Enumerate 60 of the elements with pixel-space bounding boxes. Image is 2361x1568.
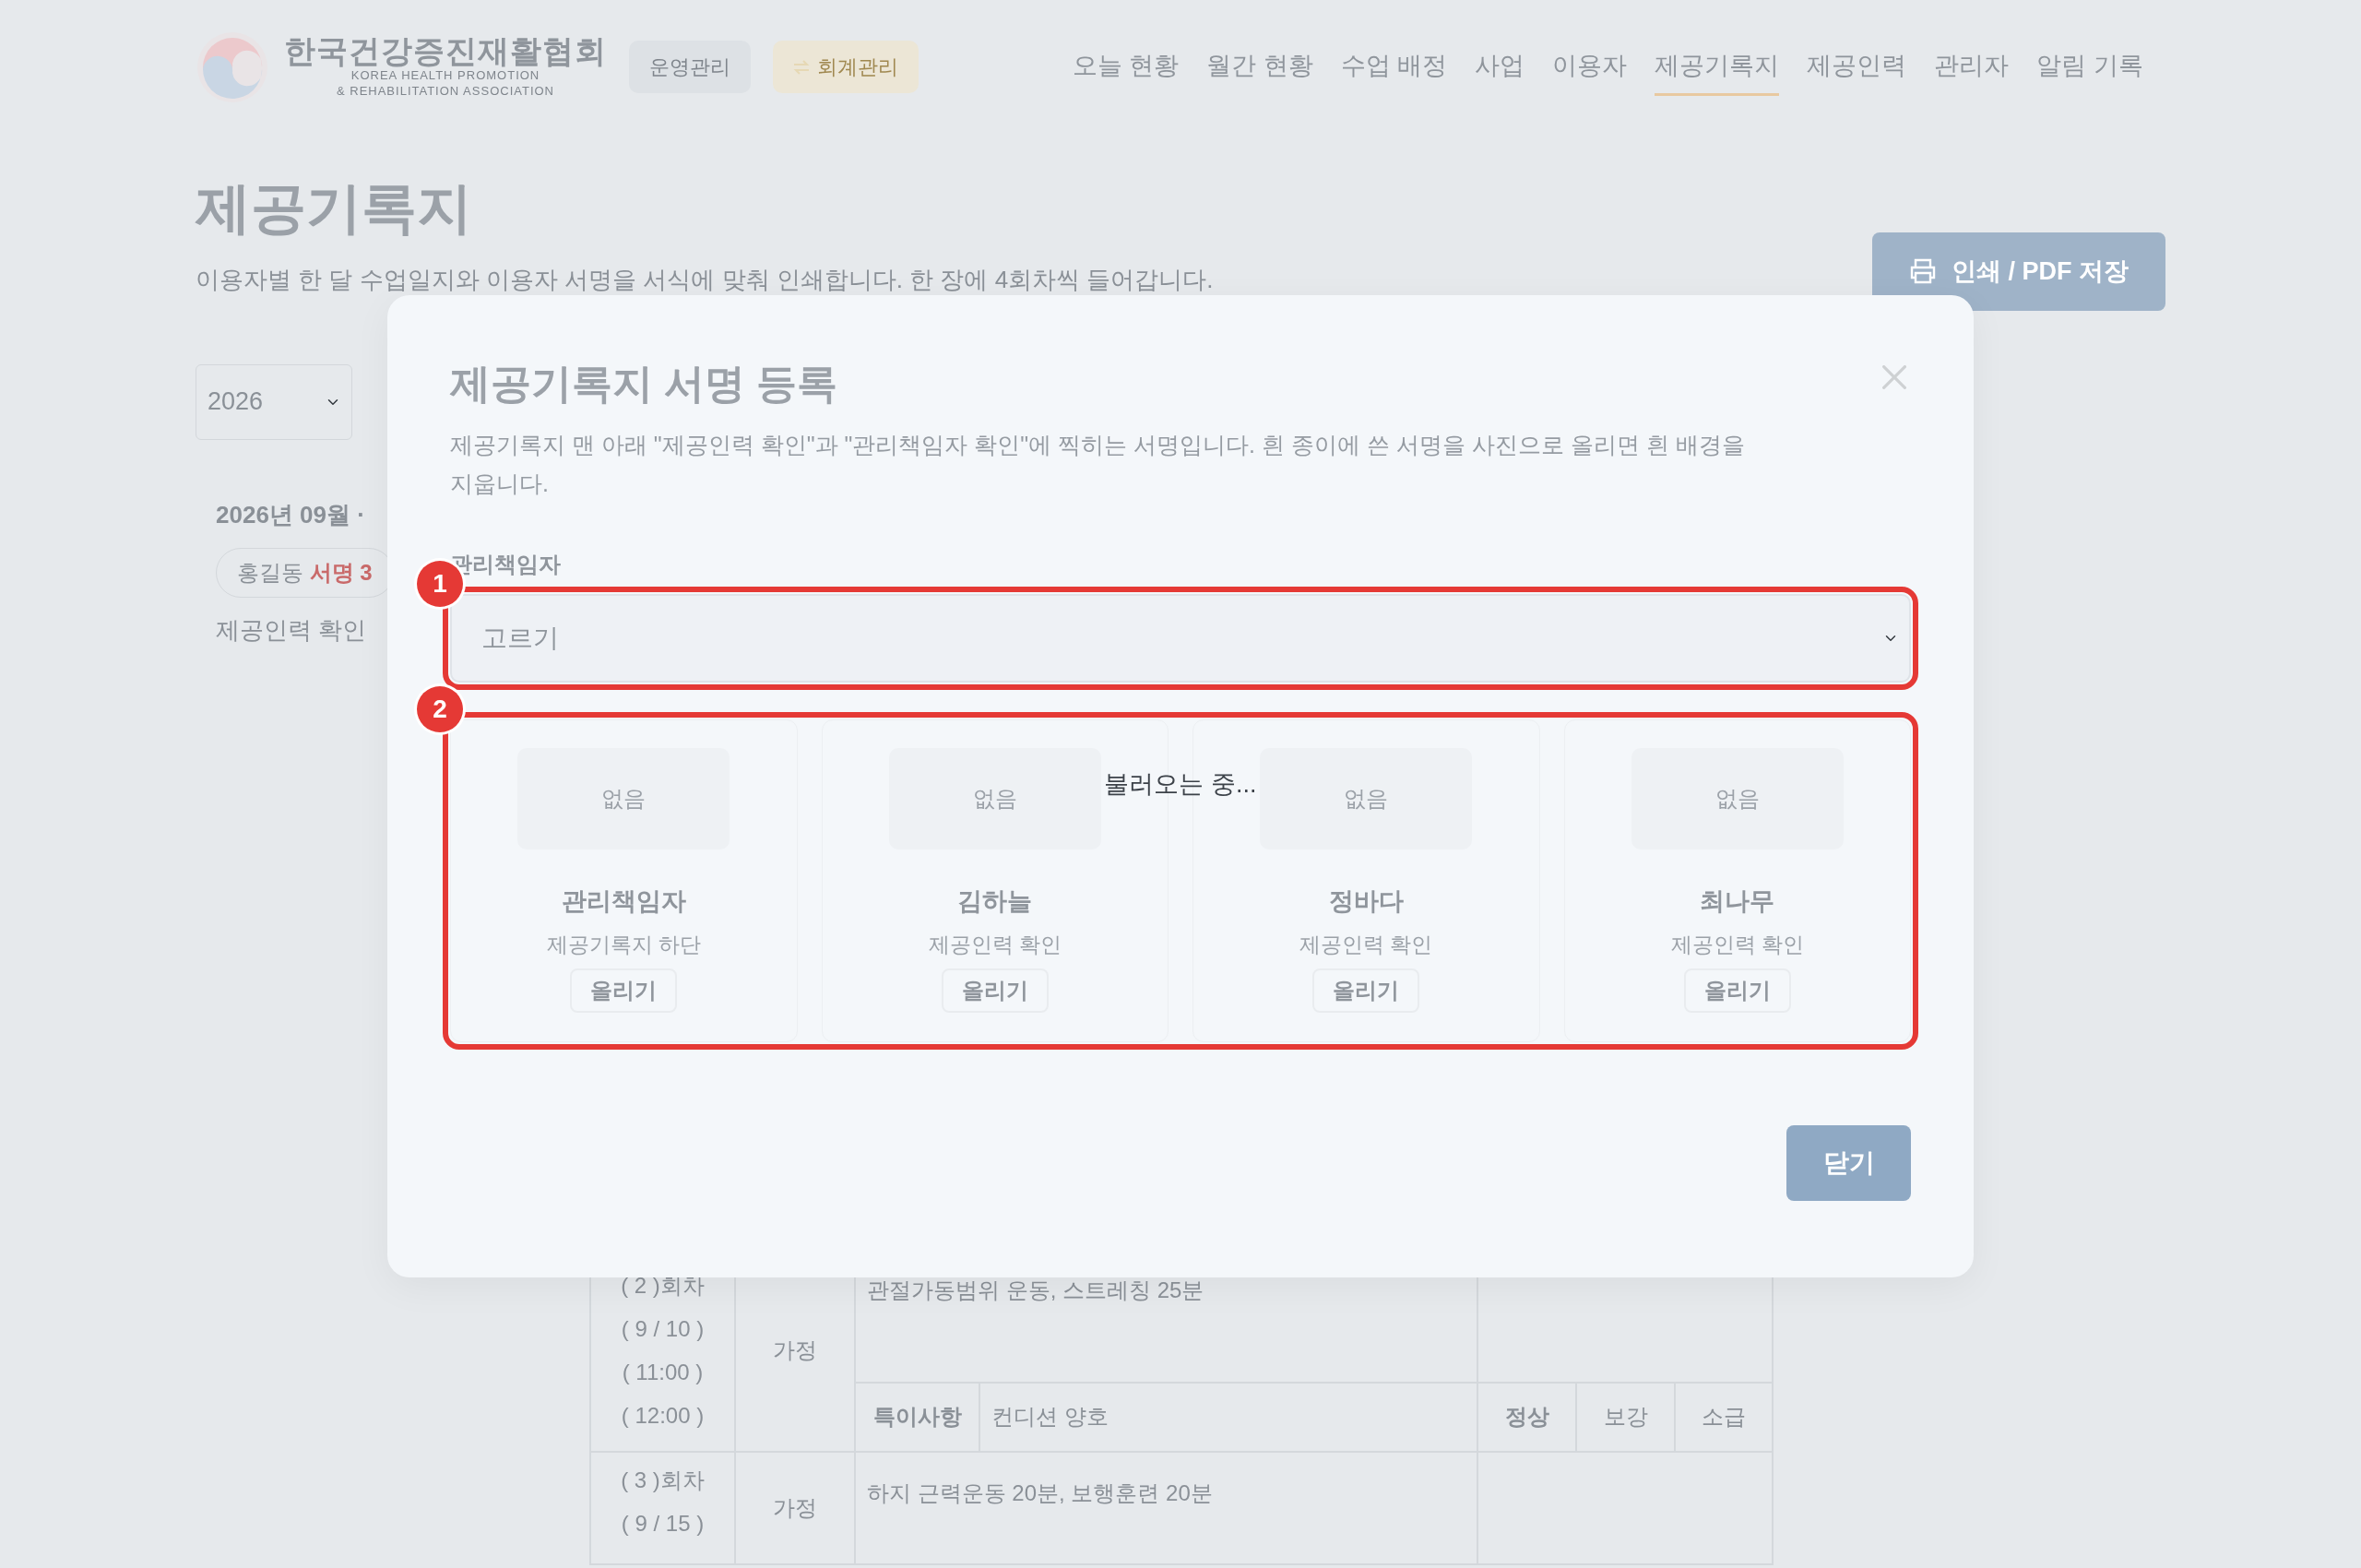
signer-role: 제공인력 확인	[1299, 932, 1433, 959]
status-cell[interactable]: 정상	[1477, 1382, 1576, 1452]
annotation-marker: 2	[417, 685, 463, 732]
signature-preview: 없음	[517, 747, 730, 849]
nav-link[interactable]: 제공인력	[1807, 37, 1907, 97]
user-name: 홍길동	[237, 559, 304, 585]
session-text: ( 2 )회차	[620, 1271, 706, 1300]
session-text: ( 11:00 )	[621, 1358, 705, 1386]
signature-preview: 없음	[1631, 747, 1844, 849]
signature-preview: 없음	[888, 747, 1101, 849]
nav-link[interactable]: 수업 배정	[1340, 37, 1448, 97]
modal-title: 제공기록지 서명 등록	[450, 360, 838, 408]
signer-role: 제공인력 확인	[1670, 932, 1804, 959]
nav-link[interactable]: 사업	[1475, 37, 1525, 97]
note-cell: 컨디션 양호	[979, 1382, 1477, 1452]
mode-button[interactable]: 운영관리	[629, 41, 751, 93]
session-text: ( 9 / 10 )	[620, 1314, 706, 1343]
status-cell[interactable]: 소급	[1675, 1382, 1774, 1452]
month-heading: 2026년 09월 ·	[216, 499, 365, 530]
print-button[interactable]: 인쇄 / PDF 저장	[1872, 232, 2165, 311]
nav-link[interactable]: 관리자	[1934, 37, 2010, 97]
nav-link[interactable]: 오늘 현황	[1072, 37, 1180, 97]
mode-button[interactable]: 회계관리	[773, 41, 919, 93]
logo-subtitle: & REHABILITATION ASSOCIATION	[335, 84, 555, 101]
nav-link[interactable]: 이용자	[1552, 37, 1628, 97]
note-text: 제공인력 확인	[216, 614, 367, 646]
session-text: ( 12:00 )	[620, 1401, 706, 1430]
page-title: 제공기록지	[196, 176, 473, 241]
place-cell: 가정	[735, 1451, 855, 1564]
nav-link[interactable]: 월간 현황	[1206, 37, 1313, 97]
upload-button[interactable]: 올리기	[941, 968, 1049, 1013]
status-cell[interactable]: 보강	[1576, 1382, 1675, 1452]
signer-name: 최나무	[1700, 885, 1775, 917]
note-label: 특이사항	[855, 1382, 979, 1452]
logo-subtitle: KOREA HEALTH PROMOTION	[350, 68, 541, 85]
upload-button[interactable]: 올리기	[1312, 968, 1420, 1013]
signature-count: 서명 3	[309, 559, 373, 585]
nav-link[interactable]: 알림 기록	[2036, 37, 2143, 97]
upload-button[interactable]: 올리기	[1683, 968, 1791, 1013]
year-select[interactable]: 2026	[196, 363, 352, 440]
signer-name: 관리책임자	[561, 885, 686, 917]
signer-role: 제공인력 확인	[928, 932, 1062, 959]
modal-description: 제공기록지 맨 아래 "제공인력 확인"과 "관리책임자 확인"에 찍히는 서명입니다. 흰 종이에 쓴 서명을 사진으로 올리면 흰 배경을 지웁니다.	[450, 430, 1746, 499]
printer-icon	[1909, 258, 1937, 285]
content-cell: 하지 근력운동 20분, 보행훈련 20분	[855, 1451, 1477, 1564]
session-text: ( 3 )회차	[620, 1466, 706, 1494]
signer-name: 김하늘	[957, 885, 1033, 917]
nav-link[interactable]: 제공기록지	[1655, 37, 1780, 97]
logo-icon	[196, 30, 269, 104]
session-text: ( 9 / 15 )	[620, 1509, 706, 1538]
logo-title: 한국건강증진재활협회	[284, 33, 607, 69]
close-button[interactable]: 닫기	[1786, 1124, 1911, 1201]
signer-name: 정바다	[1328, 885, 1404, 917]
upload-button[interactable]: 올리기	[570, 968, 678, 1013]
page-subtitle: 이용자별 한 달 수업일지와 이용자 서명을 서식에 맞춰 인쇄합니다. 한 장에 4회차씩 들어갑니다.	[196, 265, 1214, 295]
loading-text: 불러오는 중...	[1104, 768, 1257, 800]
signature-preview: 없음	[1260, 747, 1473, 849]
select-field[interactable]: 고르기	[450, 593, 1911, 683]
swap-icon	[793, 59, 810, 75]
signer-role: 제공기록지 하단	[546, 932, 701, 959]
